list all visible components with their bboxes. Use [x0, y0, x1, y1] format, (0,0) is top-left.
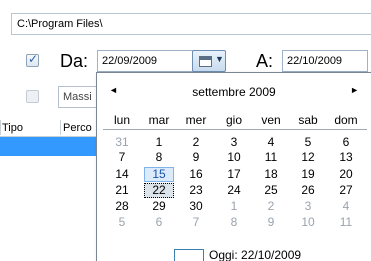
calendar-icon — [199, 56, 212, 67]
today-marker-icon[interactable] — [174, 249, 204, 261]
weekday-divider — [103, 129, 367, 130]
today-button[interactable]: Oggi: 22/10/2009 — [209, 249, 301, 261]
calendar-day[interactable]: 24 — [219, 183, 249, 198]
selected-grid-row[interactable] — [0, 137, 100, 156]
weekday-label: ven — [261, 113, 281, 127]
date-to-input[interactable]: 22/10/2009 — [282, 50, 368, 72]
calendar-day[interactable]: 12 — [293, 150, 323, 165]
calendar-day[interactable]: 5 — [107, 215, 137, 230]
results-grid: Tipo Perco — [0, 118, 100, 156]
calendar-day[interactable]: 15 — [144, 167, 174, 182]
date-from-input[interactable]: 22/09/2009 — [97, 50, 194, 72]
calendar-day[interactable]: 6 — [144, 215, 174, 230]
weekday-label: gio — [225, 113, 242, 127]
calendar-day[interactable]: 25 — [256, 183, 286, 198]
calendar-popup: ◄ settembre 2009 ► lun mar mer gio ven s… — [96, 72, 371, 261]
calendar-day[interactable]: 29 — [144, 199, 174, 214]
calendar-day[interactable]: 10 — [293, 215, 323, 230]
date-from-checkbox[interactable]: ✓ — [26, 52, 39, 67]
column-header-tipo[interactable]: Tipo — [2, 122, 23, 134]
calendar-day[interactable]: 21 — [107, 183, 137, 198]
calendar-day[interactable]: 8 — [219, 215, 249, 230]
calendar-day[interactable]: 13 — [331, 150, 361, 165]
calendar-day[interactable]: 9 — [181, 150, 211, 165]
calendar-day[interactable]: 28 — [107, 199, 137, 214]
calendar-dropdown-button[interactable]: ▼ — [192, 50, 226, 72]
calendar-day[interactable]: 7 — [181, 215, 211, 230]
calendar-day[interactable]: 30 — [181, 199, 211, 214]
calendar-day[interactable]: 26 — [293, 183, 323, 198]
column-divider[interactable] — [60, 120, 61, 135]
column-divider[interactable] — [0, 120, 1, 135]
filter-checkbox[interactable] — [26, 90, 39, 103]
calendar-day[interactable]: 16 — [181, 167, 211, 182]
weekday-label: dom — [334, 113, 358, 127]
weekday-label: mar — [148, 113, 170, 127]
calendar-month-title[interactable]: settembre 2009 — [97, 85, 371, 99]
calendar-day[interactable]: 1 — [144, 135, 174, 150]
calendar-day[interactable]: 1 — [219, 199, 249, 214]
column-header-percorso[interactable]: Perco — [63, 122, 92, 134]
calendar-day[interactable]: 20 — [331, 167, 361, 182]
calendar-day[interactable]: 10 — [219, 150, 249, 165]
date-from-label: Da: — [60, 51, 89, 71]
calendar-day[interactable]: 11 — [331, 215, 361, 230]
calendar-day[interactable]: 4 — [331, 199, 361, 214]
calendar-day[interactable]: 6 — [331, 135, 361, 150]
calendar-day[interactable]: 8 — [144, 150, 174, 165]
calendar-day[interactable]: 5 — [293, 135, 323, 150]
checkmark-icon: ✓ — [28, 52, 39, 66]
date-to-label: A: — [256, 51, 274, 71]
grid-header: Tipo Perco — [0, 118, 100, 137]
path-field[interactable]: C:\Program Files\ — [11, 13, 371, 35]
calendar-day[interactable]: 2 — [181, 135, 211, 150]
calendar-day[interactable]: 2 — [256, 199, 286, 214]
calendar-day[interactable]: 11 — [256, 150, 286, 165]
weekday-label: mer — [185, 113, 207, 127]
calendar-day[interactable]: 3 — [219, 135, 249, 150]
calendar-day[interactable]: 31 — [107, 135, 137, 150]
calendar-day[interactable]: 18 — [256, 167, 286, 182]
chevron-down-icon: ▼ — [215, 54, 224, 64]
weekday-label: sab — [298, 113, 318, 127]
next-month-icon[interactable]: ► — [350, 85, 359, 95]
calendar-day[interactable]: 4 — [256, 135, 286, 150]
calendar-day[interactable]: 3 — [293, 199, 323, 214]
calendar-day[interactable]: 19 — [293, 167, 323, 182]
calendar-day[interactable]: 17 — [219, 167, 249, 182]
calendar-day[interactable]: 9 — [256, 215, 286, 230]
calendar-day[interactable]: 7 — [107, 150, 137, 165]
calendar-day[interactable]: 22 — [144, 183, 174, 198]
calendar-day[interactable]: 27 — [331, 183, 361, 198]
calendar-day[interactable]: 14 — [107, 167, 137, 182]
weekday-label: lun — [113, 113, 130, 127]
calendar-day[interactable]: 23 — [181, 183, 211, 198]
